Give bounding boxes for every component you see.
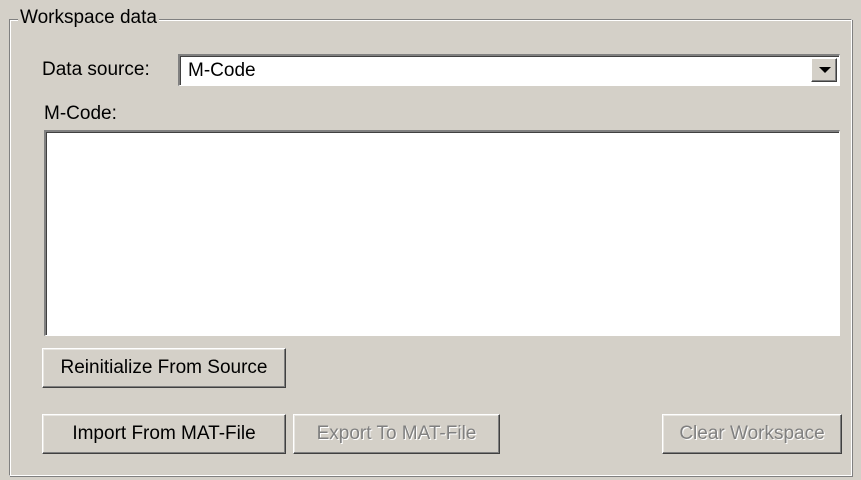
- data-source-value: M-Code: [188, 60, 256, 81]
- data-source-select[interactable]: M-Code: [178, 54, 840, 86]
- mcode-label: M-Code:: [44, 103, 117, 124]
- chevron-down-icon: [819, 67, 831, 73]
- group-title: Workspace data: [18, 7, 159, 29]
- export-to-mat-file-button[interactable]: Export To MAT-File: [293, 414, 500, 454]
- dropdown-button[interactable]: [811, 58, 837, 82]
- clear-workspace-button[interactable]: Clear Workspace: [662, 414, 842, 454]
- data-source-label: Data source:: [42, 59, 150, 80]
- reinitialize-from-source-button[interactable]: Reinitialize From Source: [42, 348, 286, 388]
- import-from-mat-file-button[interactable]: Import From MAT-File: [42, 414, 286, 454]
- mcode-textarea[interactable]: [44, 130, 840, 336]
